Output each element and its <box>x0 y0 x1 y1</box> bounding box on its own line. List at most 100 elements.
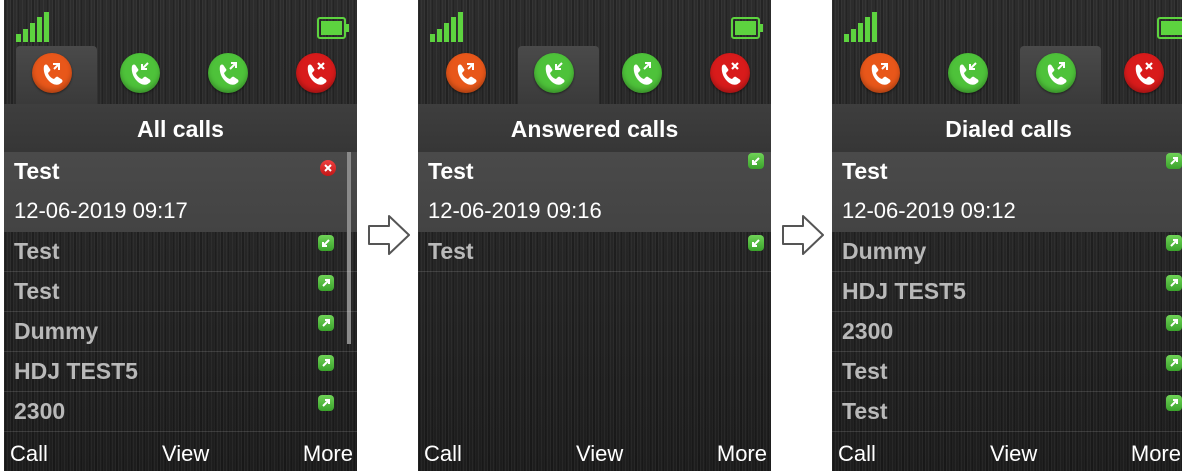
tab-answered-calls[interactable] <box>104 46 185 104</box>
list-item[interactable]: Test <box>418 232 771 272</box>
tab-all-calls[interactable] <box>844 46 925 104</box>
contact-name: Test <box>428 238 474 264</box>
contact-name: Test <box>428 158 474 184</box>
battery-icon <box>317 17 349 39</box>
list-header: Dialed calls <box>832 104 1182 152</box>
dialed-call-icon <box>1166 153 1182 169</box>
phone-screen-answered-calls: Answered calls Test 12-06-2019 09:16 Tes… <box>418 0 771 471</box>
list-item[interactable]: Test <box>832 352 1182 392</box>
missed-calls-icon <box>296 53 336 93</box>
selected-call-entry[interactable]: Test 12-06-2019 09:17 <box>4 152 357 232</box>
contact-name: HDJ TEST5 <box>14 358 138 384</box>
call-list: Dummy HDJ TEST5 2300 Test Test <box>832 232 1182 432</box>
selected-call-entry[interactable]: Test 12-06-2019 09:16 <box>418 152 771 232</box>
answered-call-icon <box>318 235 334 251</box>
dialed-call-icon <box>318 355 334 371</box>
list-item[interactable]: 2300 <box>4 392 357 432</box>
dialed-call-icon <box>1166 235 1182 251</box>
phone-screen-dialed-calls: Dialed calls Test 12-06-2019 09:12 Dummy… <box>832 0 1182 471</box>
softkey-call[interactable]: Call <box>10 441 48 467</box>
all-calls-icon <box>446 53 486 93</box>
answered-calls-icon <box>534 53 574 93</box>
call-log-tabs <box>4 46 357 104</box>
softkey-bar: Call View More <box>4 435 357 471</box>
contact-name: Test <box>14 278 60 304</box>
contact-name: Test <box>842 158 888 184</box>
tab-answered-calls[interactable] <box>932 46 1013 104</box>
dialed-call-icon <box>1166 275 1182 291</box>
status-bar <box>832 0 1182 44</box>
status-bar <box>4 0 357 44</box>
contact-name: HDJ TEST5 <box>842 278 966 304</box>
tab-missed-calls[interactable] <box>280 46 357 104</box>
missed-calls-icon <box>710 53 750 93</box>
contact-name: 2300 <box>842 318 894 344</box>
right-arrow-icon <box>782 215 824 255</box>
page-title: Dialed calls <box>945 116 1072 142</box>
answered-calls-icon <box>120 53 160 93</box>
dialed-call-icon <box>318 395 334 411</box>
softkey-call[interactable]: Call <box>838 441 876 467</box>
answered-call-icon <box>748 153 764 169</box>
tab-missed-calls[interactable] <box>694 46 771 104</box>
call-list: Test <box>418 232 771 272</box>
list-item[interactable]: HDJ TEST5 <box>832 272 1182 312</box>
contact-name: Test <box>14 238 60 264</box>
list-item[interactable]: Test <box>4 272 357 312</box>
call-log-tabs <box>832 46 1182 104</box>
dialed-call-icon <box>1166 395 1182 411</box>
battery-icon <box>731 17 763 39</box>
contact-name: Test <box>14 158 60 184</box>
call-list: Test Test Dummy HDJ TEST5 2300 <box>4 232 357 432</box>
selected-call-entry[interactable]: Test 12-06-2019 09:12 <box>832 152 1182 232</box>
softkey-more[interactable]: More <box>717 441 767 467</box>
signal-strength-icon <box>430 12 463 42</box>
softkey-call[interactable]: Call <box>424 441 462 467</box>
softkey-view[interactable]: View <box>990 441 1037 467</box>
status-bar <box>418 0 771 44</box>
list-item[interactable]: HDJ TEST5 <box>4 352 357 392</box>
list-item[interactable]: Dummy <box>832 232 1182 272</box>
dialed-calls-icon <box>622 53 662 93</box>
answered-calls-icon <box>948 53 988 93</box>
softkey-bar: Call View More <box>418 435 771 471</box>
all-calls-icon <box>860 53 900 93</box>
tab-all-calls[interactable] <box>430 46 511 104</box>
dialed-call-icon <box>1166 355 1182 371</box>
softkey-view[interactable]: View <box>162 441 209 467</box>
page-title: All calls <box>137 116 224 142</box>
tab-dialed-calls[interactable] <box>192 46 273 104</box>
call-datetime: 12-06-2019 09:12 <box>842 198 1016 223</box>
tab-dialed-calls[interactable] <box>1020 46 1101 104</box>
list-item[interactable]: Dummy <box>4 312 357 352</box>
call-datetime: 12-06-2019 09:16 <box>428 198 602 223</box>
tab-all-calls[interactable] <box>16 46 97 104</box>
softkey-bar: Call View More <box>832 435 1182 471</box>
tab-answered-calls[interactable] <box>518 46 599 104</box>
call-datetime: 12-06-2019 09:17 <box>14 198 188 223</box>
softkey-view[interactable]: View <box>576 441 623 467</box>
all-calls-icon <box>32 53 72 93</box>
list-header: Answered calls <box>418 104 771 152</box>
list-header: All calls <box>4 104 357 152</box>
page-title: Answered calls <box>510 116 679 142</box>
signal-strength-icon <box>16 12 49 42</box>
tab-dialed-calls[interactable] <box>606 46 687 104</box>
softkey-more[interactable]: More <box>1131 441 1181 467</box>
list-item[interactable]: Test <box>832 392 1182 432</box>
call-log-tabs <box>418 46 771 104</box>
contact-name: Dummy <box>14 318 99 344</box>
list-item[interactable]: 2300 <box>832 312 1182 352</box>
dialed-call-icon <box>318 275 334 291</box>
missed-call-icon <box>320 160 336 176</box>
contact-name: Dummy <box>842 238 927 264</box>
answered-call-icon <box>748 235 764 251</box>
dialed-calls-icon <box>208 53 248 93</box>
tab-missed-calls[interactable] <box>1108 46 1182 104</box>
dialed-call-icon <box>318 315 334 331</box>
dialed-call-icon <box>1166 315 1182 331</box>
softkey-more[interactable]: More <box>303 441 353 467</box>
signal-strength-icon <box>844 12 877 42</box>
list-item[interactable]: Test <box>4 232 357 272</box>
contact-name: Test <box>842 358 888 384</box>
